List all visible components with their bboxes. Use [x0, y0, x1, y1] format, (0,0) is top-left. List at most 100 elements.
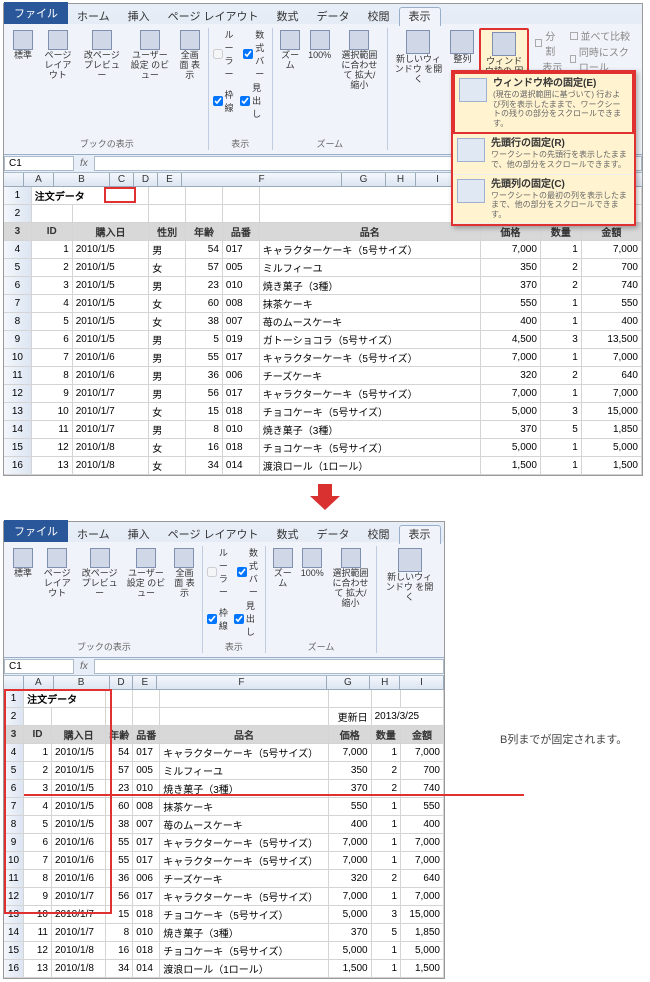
column-header[interactable]: 購入日 [52, 726, 106, 744]
cell[interactable]: 8 [106, 924, 133, 942]
cell[interactable]: 5 [371, 924, 400, 942]
cell[interactable]: 9 [24, 888, 52, 906]
table-row[interactable]: 1292010/1/756017キャラクターケーキ（5号サイズ）7,00017,… [4, 888, 444, 906]
col-header[interactable]: E [158, 173, 182, 186]
col-header[interactable] [4, 173, 24, 186]
col-header[interactable]: G [342, 173, 386, 186]
cell[interactable]: キャラクターケーキ（5号サイズ） [259, 385, 480, 403]
formula-checkbox[interactable]: 数式バー [237, 546, 261, 598]
cell[interactable]: 55 [106, 852, 133, 870]
column-header[interactable]: 購入日 [72, 223, 148, 241]
cell[interactable]: 550 [581, 295, 641, 313]
tab-ページ レイアウト[interactable]: ページ レイアウト [159, 526, 268, 544]
cell[interactable]: 7,000 [328, 888, 371, 906]
cell[interactable]: 010 [222, 277, 259, 295]
cell[interactable]: 女 [149, 439, 186, 457]
cell[interactable]: 2010/1/7 [52, 924, 106, 942]
new-window-button[interactable]: 新しいウィンドウ を開く [381, 546, 438, 605]
column-header[interactable]: ID [31, 223, 72, 241]
cell[interactable]: 11 [31, 421, 72, 439]
cell[interactable]: 2 [540, 259, 581, 277]
file-tab[interactable]: ファイル [4, 520, 68, 542]
cell[interactable]: 1 [540, 385, 581, 403]
tab-表示[interactable]: 表示 [399, 7, 441, 26]
cell[interactable]: 12 [24, 942, 52, 960]
cell[interactable]: 7,000 [401, 888, 444, 906]
cell[interactable]: 2 [540, 277, 581, 295]
cell[interactable]: 017 [133, 852, 160, 870]
cell[interactable]: キャラクターケーキ（5号サイズ） [259, 241, 480, 259]
cell[interactable]: 014 [133, 960, 160, 978]
cell[interactable]: チーズケーキ [259, 367, 480, 385]
cell[interactable]: 3 [371, 906, 400, 924]
cell[interactable]: 10 [31, 403, 72, 421]
cell[interactable]: 8 [31, 367, 72, 385]
cell[interactable]: 740 [581, 277, 641, 295]
cell[interactable]: 36 [186, 367, 223, 385]
cell[interactable]: 2010/1/6 [72, 367, 148, 385]
cell[interactable]: 6 [31, 331, 72, 349]
tab-挿入[interactable]: 挿入 [119, 8, 159, 26]
cell[interactable]: 7,000 [480, 241, 540, 259]
cell[interactable]: 60 [106, 798, 133, 816]
cell[interactable]: 15,000 [581, 403, 641, 421]
cell[interactable]: 017 [133, 888, 160, 906]
column-header[interactable]: 性別 [149, 223, 186, 241]
col-header[interactable]: H [370, 676, 400, 689]
cell[interactable]: 400 [401, 816, 444, 834]
col-header[interactable]: A [24, 676, 54, 689]
cell[interactable]: 2 [24, 762, 52, 780]
cell[interactable]: 400 [480, 313, 540, 331]
cell[interactable]: 5 [24, 816, 52, 834]
z100-button[interactable]: 100% [305, 28, 334, 93]
cell[interactable]: 2010/1/6 [52, 852, 106, 870]
grid-checkbox[interactable]: 枠線 [207, 599, 228, 638]
cell[interactable]: 2010/1/5 [72, 295, 148, 313]
cell[interactable]: 1,850 [401, 924, 444, 942]
freeze-option-0[interactable]: ウィンドウ枠の固定(E)(現在の選択範囲に基づいて) 行および列を表示したままで… [453, 72, 634, 134]
cell[interactable]: 7,000 [480, 385, 540, 403]
table-row[interactable]: 522010/1/557005ミルフィーユ3502700 [4, 762, 444, 780]
cell[interactable]: 007 [133, 816, 160, 834]
cell[interactable]: 005 [133, 762, 160, 780]
column-header[interactable]: ID [24, 726, 52, 744]
cell[interactable]: 渡浪ロール（1ロール） [259, 457, 480, 475]
name-box[interactable]: C1 [4, 659, 74, 674]
cell[interactable]: 007 [222, 313, 259, 331]
normal-button[interactable]: 標準 [10, 28, 36, 83]
cell[interactable]: 1,500 [328, 960, 371, 978]
cell[interactable]: 8 [24, 870, 52, 888]
cell[interactable]: 2010/1/6 [52, 834, 106, 852]
cell[interactable]: 7,000 [328, 852, 371, 870]
tab-ホーム[interactable]: ホーム [68, 8, 119, 26]
cell[interactable]: キャラクターケーキ（5号サイズ） [160, 852, 329, 870]
headings-checkbox[interactable]: 見出し [234, 599, 261, 638]
cell[interactable]: 2010/1/5 [52, 762, 106, 780]
cell[interactable]: 男 [149, 349, 186, 367]
cell[interactable]: 11 [24, 924, 52, 942]
cell[interactable]: 女 [149, 295, 186, 313]
normal-button[interactable]: 標準 [10, 546, 36, 601]
cell[interactable]: 2010/1/6 [52, 870, 106, 888]
cell[interactable]: 7 [24, 852, 52, 870]
cell[interactable]: 女 [149, 259, 186, 277]
cell[interactable]: 4 [31, 295, 72, 313]
table-row[interactable]: 15122010/1/816018チョコケーキ（5号サイズ）5,00015,00… [4, 942, 444, 960]
cell[interactable]: 700 [581, 259, 641, 277]
column-header[interactable]: 品名 [259, 223, 480, 241]
tab-数式[interactable]: 数式 [268, 526, 308, 544]
cell[interactable]: 550 [480, 295, 540, 313]
table-row[interactable]: 16132010/1/8女34014渡浪ロール（1ロール）1,50011,500 [4, 457, 642, 475]
cell[interactable]: 370 [480, 421, 540, 439]
cell[interactable]: 2010/1/8 [72, 439, 148, 457]
cell[interactable]: 2010/1/7 [52, 906, 106, 924]
cell[interactable]: 7 [31, 349, 72, 367]
col-header[interactable]: I [400, 676, 444, 689]
cell[interactable]: 2010/1/8 [52, 942, 106, 960]
ruler-checkbox[interactable]: ルーラー [207, 546, 231, 598]
cell[interactable]: 018 [133, 906, 160, 924]
cell[interactable]: 56 [106, 888, 133, 906]
cell[interactable]: 男 [149, 277, 186, 295]
formula-checkbox[interactable]: 数式バー [243, 28, 268, 80]
cell[interactable]: 1,500 [401, 960, 444, 978]
